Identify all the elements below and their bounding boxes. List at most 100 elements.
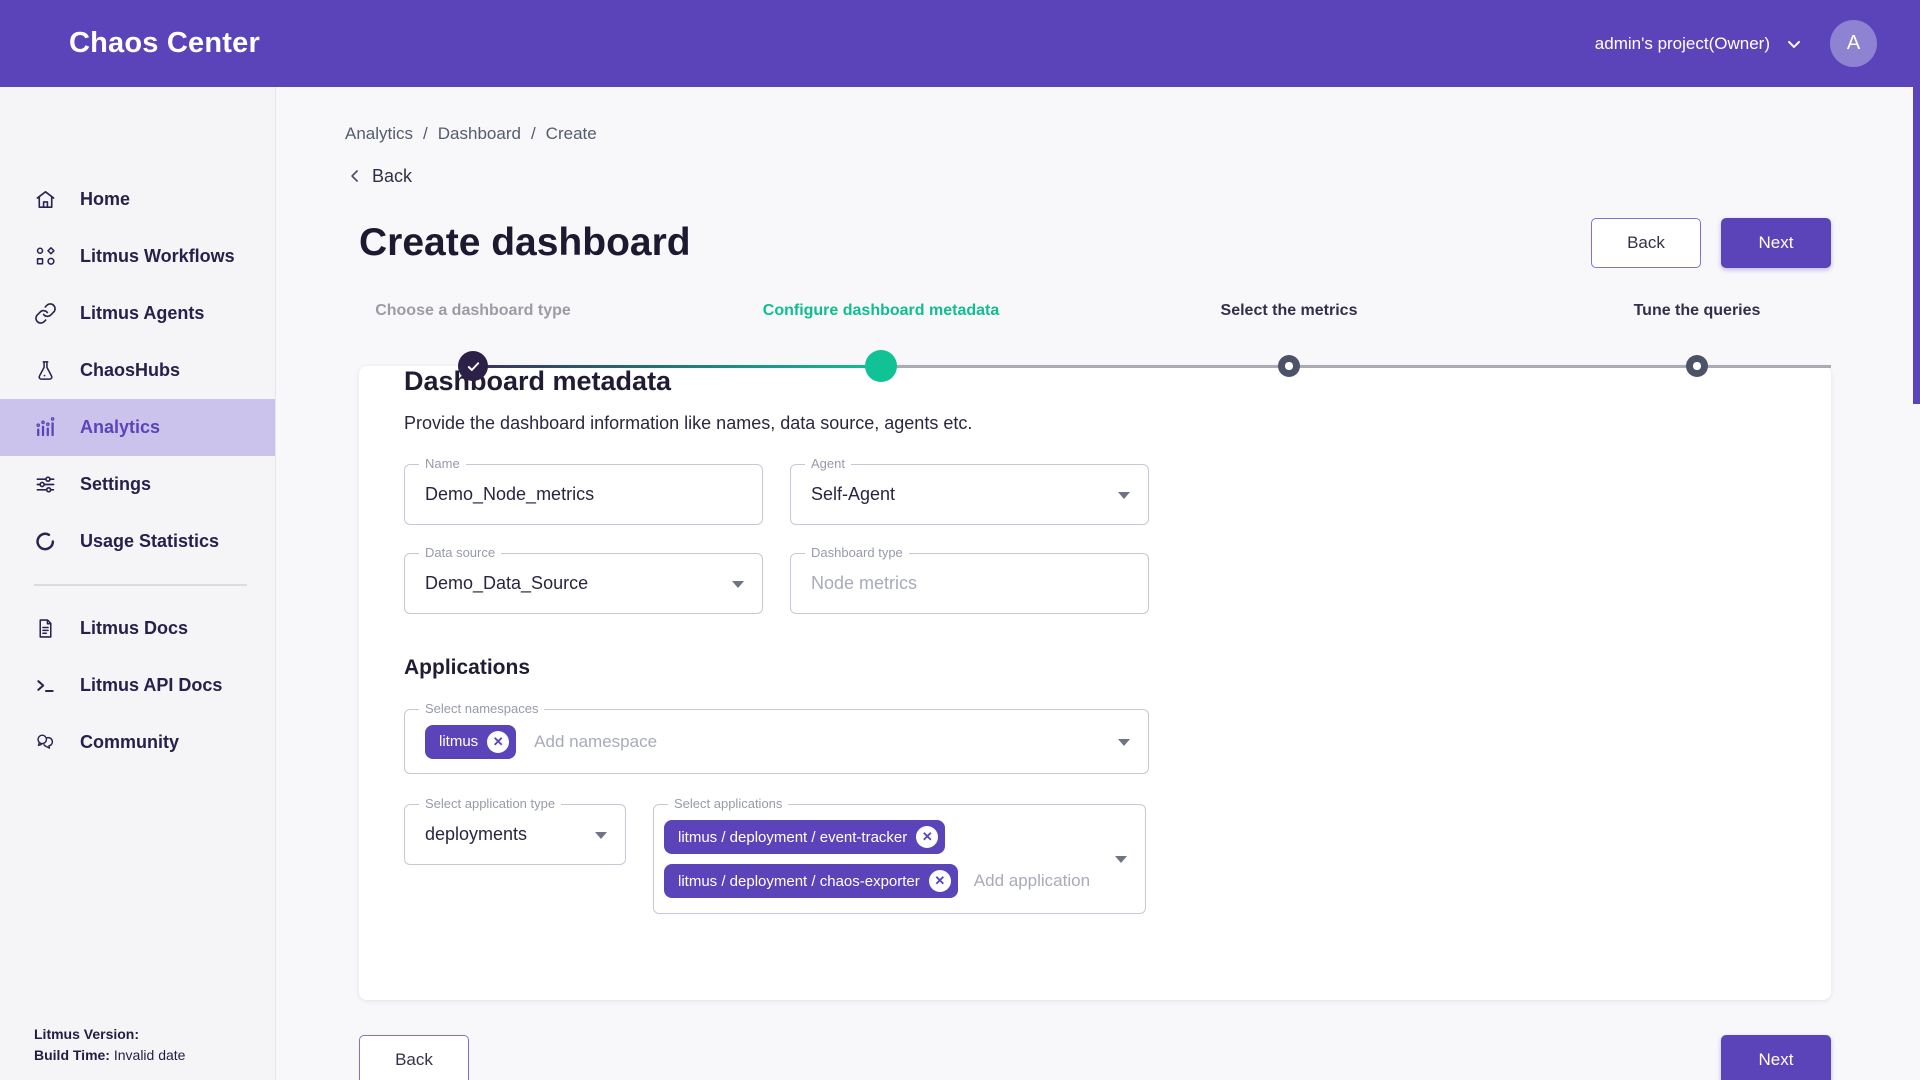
- top-header: Chaos Center admin's project(Owner) A: [0, 0, 1920, 87]
- agent-field-label: Agent: [805, 456, 851, 471]
- back-link-label: Back: [372, 166, 412, 187]
- step-dot-select-metrics[interactable]: [1278, 355, 1300, 377]
- back-button-top[interactable]: Back: [1591, 218, 1701, 268]
- usage-statistics-icon: [34, 530, 57, 553]
- breadcrumb-analytics[interactable]: Analytics: [345, 124, 413, 144]
- avatar[interactable]: A: [1830, 20, 1877, 67]
- sidebar-item-litmus-api-docs[interactable]: Litmus API Docs: [0, 657, 275, 714]
- breadcrumb-create[interactable]: Create: [546, 124, 597, 144]
- sidebar-item-home[interactable]: Home: [0, 171, 275, 228]
- applications-field-label: Select applications: [668, 796, 788, 811]
- community-icon: [34, 731, 57, 754]
- check-icon: [466, 359, 481, 374]
- sidebar-item-settings[interactable]: Settings: [0, 456, 275, 513]
- settings-icon: [34, 473, 57, 496]
- header-actions: Back Next: [1591, 218, 1831, 268]
- build-time-value: Invalid date: [114, 1047, 186, 1063]
- close-icon[interactable]: ✕: [929, 870, 951, 892]
- applications-placeholder: Add application: [974, 871, 1090, 891]
- stepper-line-segment: [881, 365, 1289, 368]
- caret-down-icon: [732, 581, 744, 588]
- chip-label: litmus: [439, 733, 478, 750]
- build-time-label: Build Time:: [34, 1047, 110, 1063]
- docs-icon: [34, 617, 57, 640]
- sidebar-item-label: Analytics: [80, 417, 160, 438]
- chevron-down-icon: [1784, 34, 1804, 54]
- sidebar-divider: [34, 584, 247, 586]
- main-content: Analytics / Dashboard / Create Back Crea…: [276, 87, 1920, 1080]
- sidebar-item-label: Litmus Agents: [80, 303, 204, 324]
- applications-title: Applications: [404, 656, 1831, 680]
- agent-field-value: Self-Agent: [811, 484, 895, 505]
- caret-down-icon: [1118, 739, 1130, 746]
- section-title: Dashboard metadata: [404, 366, 1831, 397]
- namespaces-field-label: Select namespaces: [419, 701, 544, 716]
- sidebar-item-chaoshubs[interactable]: ChaosHubs: [0, 342, 275, 399]
- section-subtitle: Provide the dashboard information like n…: [404, 413, 1831, 434]
- step-dot-active[interactable]: [865, 350, 897, 382]
- dashboard-type-field[interactable]: Dashboard type Node metrics: [790, 553, 1149, 614]
- close-icon[interactable]: ✕: [487, 731, 509, 753]
- analytics-icon: [34, 416, 57, 439]
- application-chip-event-tracker[interactable]: litmus / deployment / event-tracker ✕: [664, 820, 945, 854]
- sidebar-item-community[interactable]: Community: [0, 714, 275, 771]
- breadcrumb: Analytics / Dashboard / Create: [345, 124, 1920, 144]
- step-label-configure-metadata: Configure dashboard metadata: [763, 302, 999, 320]
- home-icon: [34, 188, 57, 211]
- namespaces-select[interactable]: Select namespaces litmus ✕ Add namespace: [404, 709, 1149, 774]
- sidebar-item-label: Settings: [80, 474, 151, 495]
- next-button-bottom[interactable]: Next: [1721, 1035, 1831, 1080]
- chip-label: litmus / deployment / event-tracker: [678, 829, 907, 846]
- breadcrumb-dashboard[interactable]: Dashboard: [438, 124, 521, 144]
- workflows-icon: [34, 245, 57, 268]
- sidebar-item-usage-statistics[interactable]: Usage Statistics: [0, 513, 275, 570]
- project-selector-label: admin's project(Owner): [1595, 34, 1770, 54]
- chip-label: litmus / deployment / chaos-exporter: [678, 873, 920, 890]
- sidebar: Home Litmus Workflows Litmus Agents Chao…: [0, 87, 276, 1080]
- sidebar-item-label: Home: [80, 189, 130, 210]
- back-link[interactable]: Back: [345, 164, 455, 188]
- avatar-initial: A: [1847, 32, 1860, 55]
- name-field-label: Name: [419, 456, 466, 471]
- name-field-value: Demo_Node_metrics: [425, 484, 594, 505]
- application-type-select[interactable]: Select application type deployments: [404, 804, 626, 865]
- dashboard-type-field-label: Dashboard type: [805, 545, 909, 560]
- sidebar-item-label: Litmus API Docs: [80, 675, 222, 696]
- app-root: Chaos Center admin's project(Owner) A Ho…: [0, 0, 1920, 1080]
- application-chip-chaos-exporter[interactable]: litmus / deployment / chaos-exporter ✕: [664, 864, 958, 898]
- next-button-top[interactable]: Next: [1721, 218, 1831, 268]
- data-source-select[interactable]: Data source Demo_Data_Source: [404, 553, 763, 614]
- breadcrumb-separator: /: [423, 124, 428, 144]
- sidebar-item-litmus-docs[interactable]: Litmus Docs: [0, 600, 275, 657]
- back-button-bottom[interactable]: Back: [359, 1035, 469, 1080]
- sidebar-nav: Home Litmus Workflows Litmus Agents Chao…: [0, 87, 275, 771]
- agents-icon: [34, 302, 57, 325]
- step-label-select-metrics: Select the metrics: [1221, 302, 1358, 320]
- breadcrumb-separator: /: [531, 124, 536, 144]
- sidebar-item-litmus-workflows[interactable]: Litmus Workflows: [0, 228, 275, 285]
- data-source-field-label: Data source: [419, 545, 501, 560]
- application-type-value: deployments: [425, 824, 527, 845]
- stepper-line-segment: [1289, 365, 1697, 368]
- agent-select[interactable]: Agent Self-Agent: [790, 464, 1149, 525]
- stepper-line-segment: [1697, 365, 1831, 368]
- project-selector[interactable]: admin's project(Owner): [1595, 34, 1804, 54]
- scrollbar-thumb[interactable]: [1913, 87, 1920, 404]
- data-source-field-value: Demo_Data_Source: [425, 573, 588, 594]
- namespace-chip-litmus[interactable]: litmus ✕: [425, 725, 516, 759]
- header-right: admin's project(Owner) A: [1595, 20, 1877, 67]
- stepper-line-segment: [473, 365, 881, 368]
- step-label-choose-type: Choose a dashboard type: [375, 302, 571, 320]
- close-icon[interactable]: ✕: [916, 826, 938, 848]
- step-dot-completed[interactable]: [458, 351, 488, 381]
- step-label-tune-queries: Tune the queries: [1634, 302, 1761, 320]
- title-row: Create dashboard Back Next: [359, 218, 1831, 268]
- sidebar-item-label: Litmus Workflows: [80, 246, 235, 267]
- applications-select[interactable]: Select applications litmus / deployment …: [653, 804, 1146, 914]
- name-field[interactable]: Name Demo_Node_metrics: [404, 464, 763, 525]
- step-dot-tune-queries[interactable]: [1686, 355, 1708, 377]
- caret-down-icon: [1115, 856, 1127, 863]
- version-info: Litmus Version: Build Time: Invalid date: [34, 1024, 185, 1066]
- sidebar-item-litmus-agents[interactable]: Litmus Agents: [0, 285, 275, 342]
- sidebar-item-analytics[interactable]: Analytics: [0, 399, 275, 456]
